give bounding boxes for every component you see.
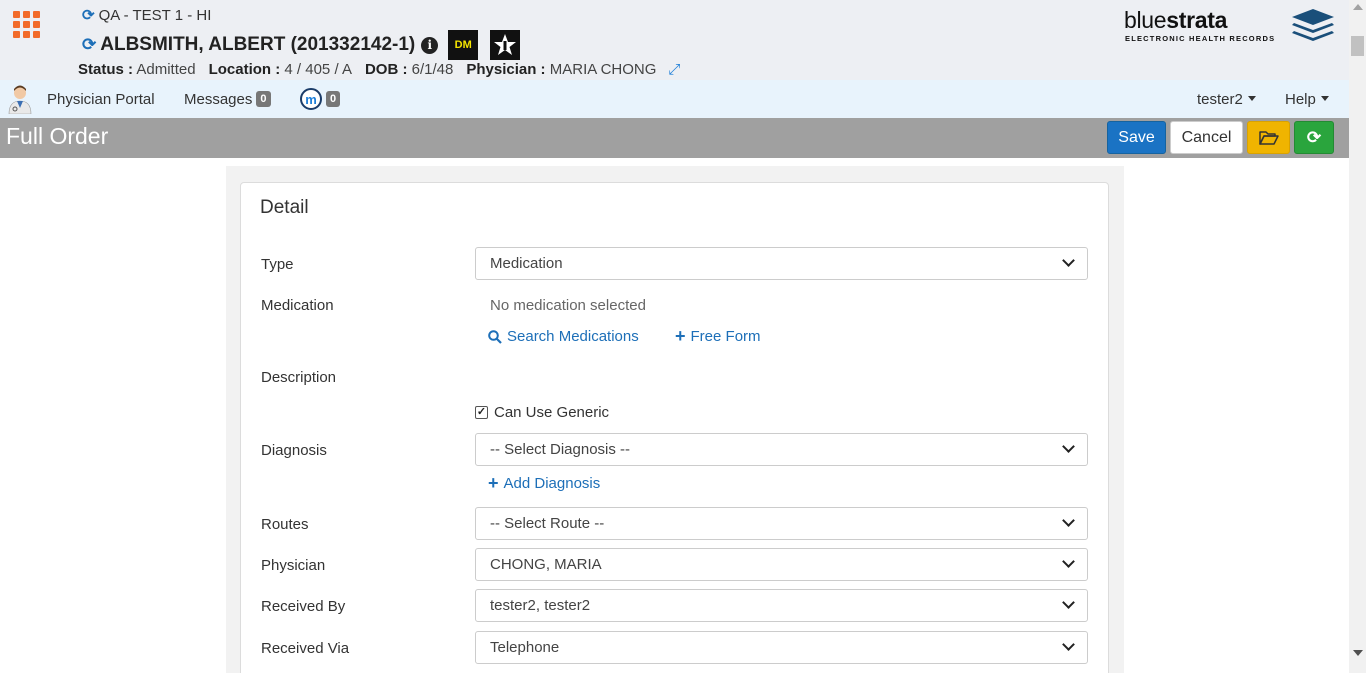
m-count-badge: 0 bbox=[326, 91, 341, 107]
diagnosis-select[interactable]: -- Select Diagnosis -- bbox=[475, 433, 1088, 466]
folder-open-icon bbox=[1258, 130, 1279, 145]
facility-line: ⟳ QA - TEST 1 - HI bbox=[82, 6, 212, 25]
open-folder-button[interactable] bbox=[1247, 121, 1290, 154]
plus-icon: + bbox=[675, 326, 686, 346]
diagnosis-select-value: -- Select Diagnosis -- bbox=[490, 441, 631, 458]
chevron-down-icon bbox=[1062, 638, 1075, 651]
caret-down-icon bbox=[1320, 95, 1329, 101]
type-label: Type bbox=[261, 256, 294, 273]
location-label: Location : bbox=[208, 61, 281, 78]
page-scrollbar[interactable] bbox=[1349, 0, 1366, 673]
star-badge-icon[interactable] bbox=[490, 30, 521, 60]
messages-count-badge: 0 bbox=[256, 91, 271, 107]
received-via-select[interactable]: Telephone bbox=[475, 631, 1088, 664]
patient-status-line: Status : Admitted Location : 4 / 405 / A… bbox=[78, 61, 680, 78]
user-menu[interactable]: tester2 bbox=[1197, 80, 1256, 118]
page-titlebar: Full Order Save Cancel ⟳ bbox=[0, 118, 1349, 158]
routes-select[interactable]: -- Select Route -- bbox=[475, 507, 1088, 540]
received-via-select-value: Telephone bbox=[490, 639, 560, 656]
status-value: Admitted bbox=[136, 61, 196, 78]
received-by-select-value: tester2, tester2 bbox=[490, 597, 591, 614]
detail-panel-title: Detail bbox=[260, 197, 309, 218]
logo-layers-icon bbox=[1292, 9, 1334, 41]
search-medications-link[interactable]: Search Medications bbox=[488, 328, 639, 345]
plus-icon: + bbox=[488, 473, 499, 493]
scroll-up-arrow-icon[interactable] bbox=[1353, 4, 1363, 10]
refresh-icon[interactable]: ⟳ bbox=[82, 6, 95, 24]
chevron-down-icon bbox=[1062, 514, 1075, 527]
status-label: Status : bbox=[78, 61, 134, 78]
facility-name: QA - TEST 1 - HI bbox=[98, 6, 212, 24]
user-name: tester2 bbox=[1197, 90, 1243, 108]
received-by-label: Received By bbox=[261, 598, 346, 615]
chevron-down-icon bbox=[1062, 596, 1075, 609]
dob-value: 6/1/48 bbox=[411, 61, 454, 78]
medication-label: Medication bbox=[261, 297, 334, 314]
nav-physician-portal[interactable]: Physician Portal bbox=[47, 80, 155, 118]
scroll-thumb[interactable] bbox=[1351, 36, 1364, 56]
description-label: Description bbox=[261, 369, 337, 386]
routes-select-value: -- Select Route -- bbox=[490, 515, 605, 532]
physician-select-value: CHONG, MARIA bbox=[490, 556, 602, 573]
dob-label: DOB : bbox=[364, 61, 408, 78]
refresh-icon: ⟳ bbox=[1306, 127, 1322, 147]
cancel-button[interactable]: Cancel bbox=[1170, 121, 1243, 154]
type-select[interactable]: Medication bbox=[475, 247, 1088, 280]
can-use-generic-label[interactable]: Can Use Generic bbox=[494, 404, 609, 421]
m-notification-icon: m bbox=[300, 88, 322, 110]
caret-down-icon bbox=[1247, 95, 1256, 101]
help-menu[interactable]: Help bbox=[1285, 80, 1329, 118]
free-form-label: Free Form bbox=[690, 328, 761, 345]
patient-name: ALBSMITH, ALBERT (201332142-1) bbox=[100, 34, 416, 55]
can-use-generic-checkbox[interactable]: ✓ bbox=[475, 406, 488, 419]
medication-value: No medication selected bbox=[490, 297, 646, 314]
dm-badge[interactable]: DM bbox=[448, 30, 479, 60]
patient-line: ⟳ ALBSMITH, ALBERT (201332142-1) i DM bbox=[82, 30, 521, 60]
page-title: Full Order bbox=[6, 123, 109, 149]
free-form-link[interactable]: + Free Form bbox=[675, 326, 761, 346]
bluestrata-logo: bluestrata ELECTRONIC HEALTH RECORDS bbox=[1124, 7, 1336, 45]
save-button[interactable]: Save bbox=[1107, 121, 1166, 154]
refresh-icon[interactable]: ⟳ bbox=[82, 35, 96, 55]
top-navbar: Physician Portal Messages 0 m 0 tester2 … bbox=[0, 80, 1349, 118]
can-use-generic-row: ✓ Can Use Generic bbox=[475, 404, 609, 421]
chevron-down-icon bbox=[1062, 254, 1075, 267]
messages-label: Messages bbox=[184, 90, 253, 108]
patient-header: ⟳ QA - TEST 1 - HI ⟳ ALBSMITH, ALBERT (2… bbox=[0, 0, 1349, 80]
expand-icon[interactable]: ⤢ bbox=[668, 61, 680, 78]
logo-tagline: ELECTRONIC HEALTH RECORDS bbox=[1125, 34, 1276, 43]
doctor-avatar-icon[interactable] bbox=[6, 80, 34, 118]
physician-select[interactable]: CHONG, MARIA bbox=[475, 548, 1088, 581]
physician-field-label: Physician bbox=[261, 557, 326, 574]
apps-grid-icon[interactable] bbox=[13, 11, 41, 38]
refresh-button[interactable]: ⟳ bbox=[1294, 121, 1334, 154]
logo-name-light: blue bbox=[1124, 7, 1167, 33]
search-icon bbox=[488, 329, 502, 344]
scroll-down-arrow-icon[interactable] bbox=[1353, 650, 1363, 656]
chevron-down-icon bbox=[1062, 555, 1075, 568]
location-value: 4 / 405 / A bbox=[284, 61, 352, 78]
add-diagnosis-label: Add Diagnosis bbox=[503, 475, 601, 492]
received-via-label: Received Via bbox=[261, 640, 350, 657]
help-label: Help bbox=[1285, 90, 1316, 108]
received-by-select[interactable]: tester2, tester2 bbox=[475, 589, 1088, 622]
physician-label: Physician : bbox=[466, 61, 546, 78]
search-medications-label: Search Medications bbox=[507, 328, 639, 345]
nav-m-notifications[interactable]: m 0 bbox=[300, 80, 341, 118]
physician-value: MARIA CHONG bbox=[549, 61, 657, 78]
routes-label: Routes bbox=[261, 516, 309, 533]
logo-name-bold: strata bbox=[1166, 7, 1228, 33]
chevron-down-icon bbox=[1062, 440, 1075, 453]
diagnosis-label: Diagnosis bbox=[261, 442, 327, 459]
type-select-value: Medication bbox=[490, 255, 563, 272]
info-icon[interactable]: i bbox=[421, 36, 439, 54]
nav-messages[interactable]: Messages 0 bbox=[184, 80, 271, 118]
add-diagnosis-link[interactable]: + Add Diagnosis bbox=[488, 473, 601, 493]
